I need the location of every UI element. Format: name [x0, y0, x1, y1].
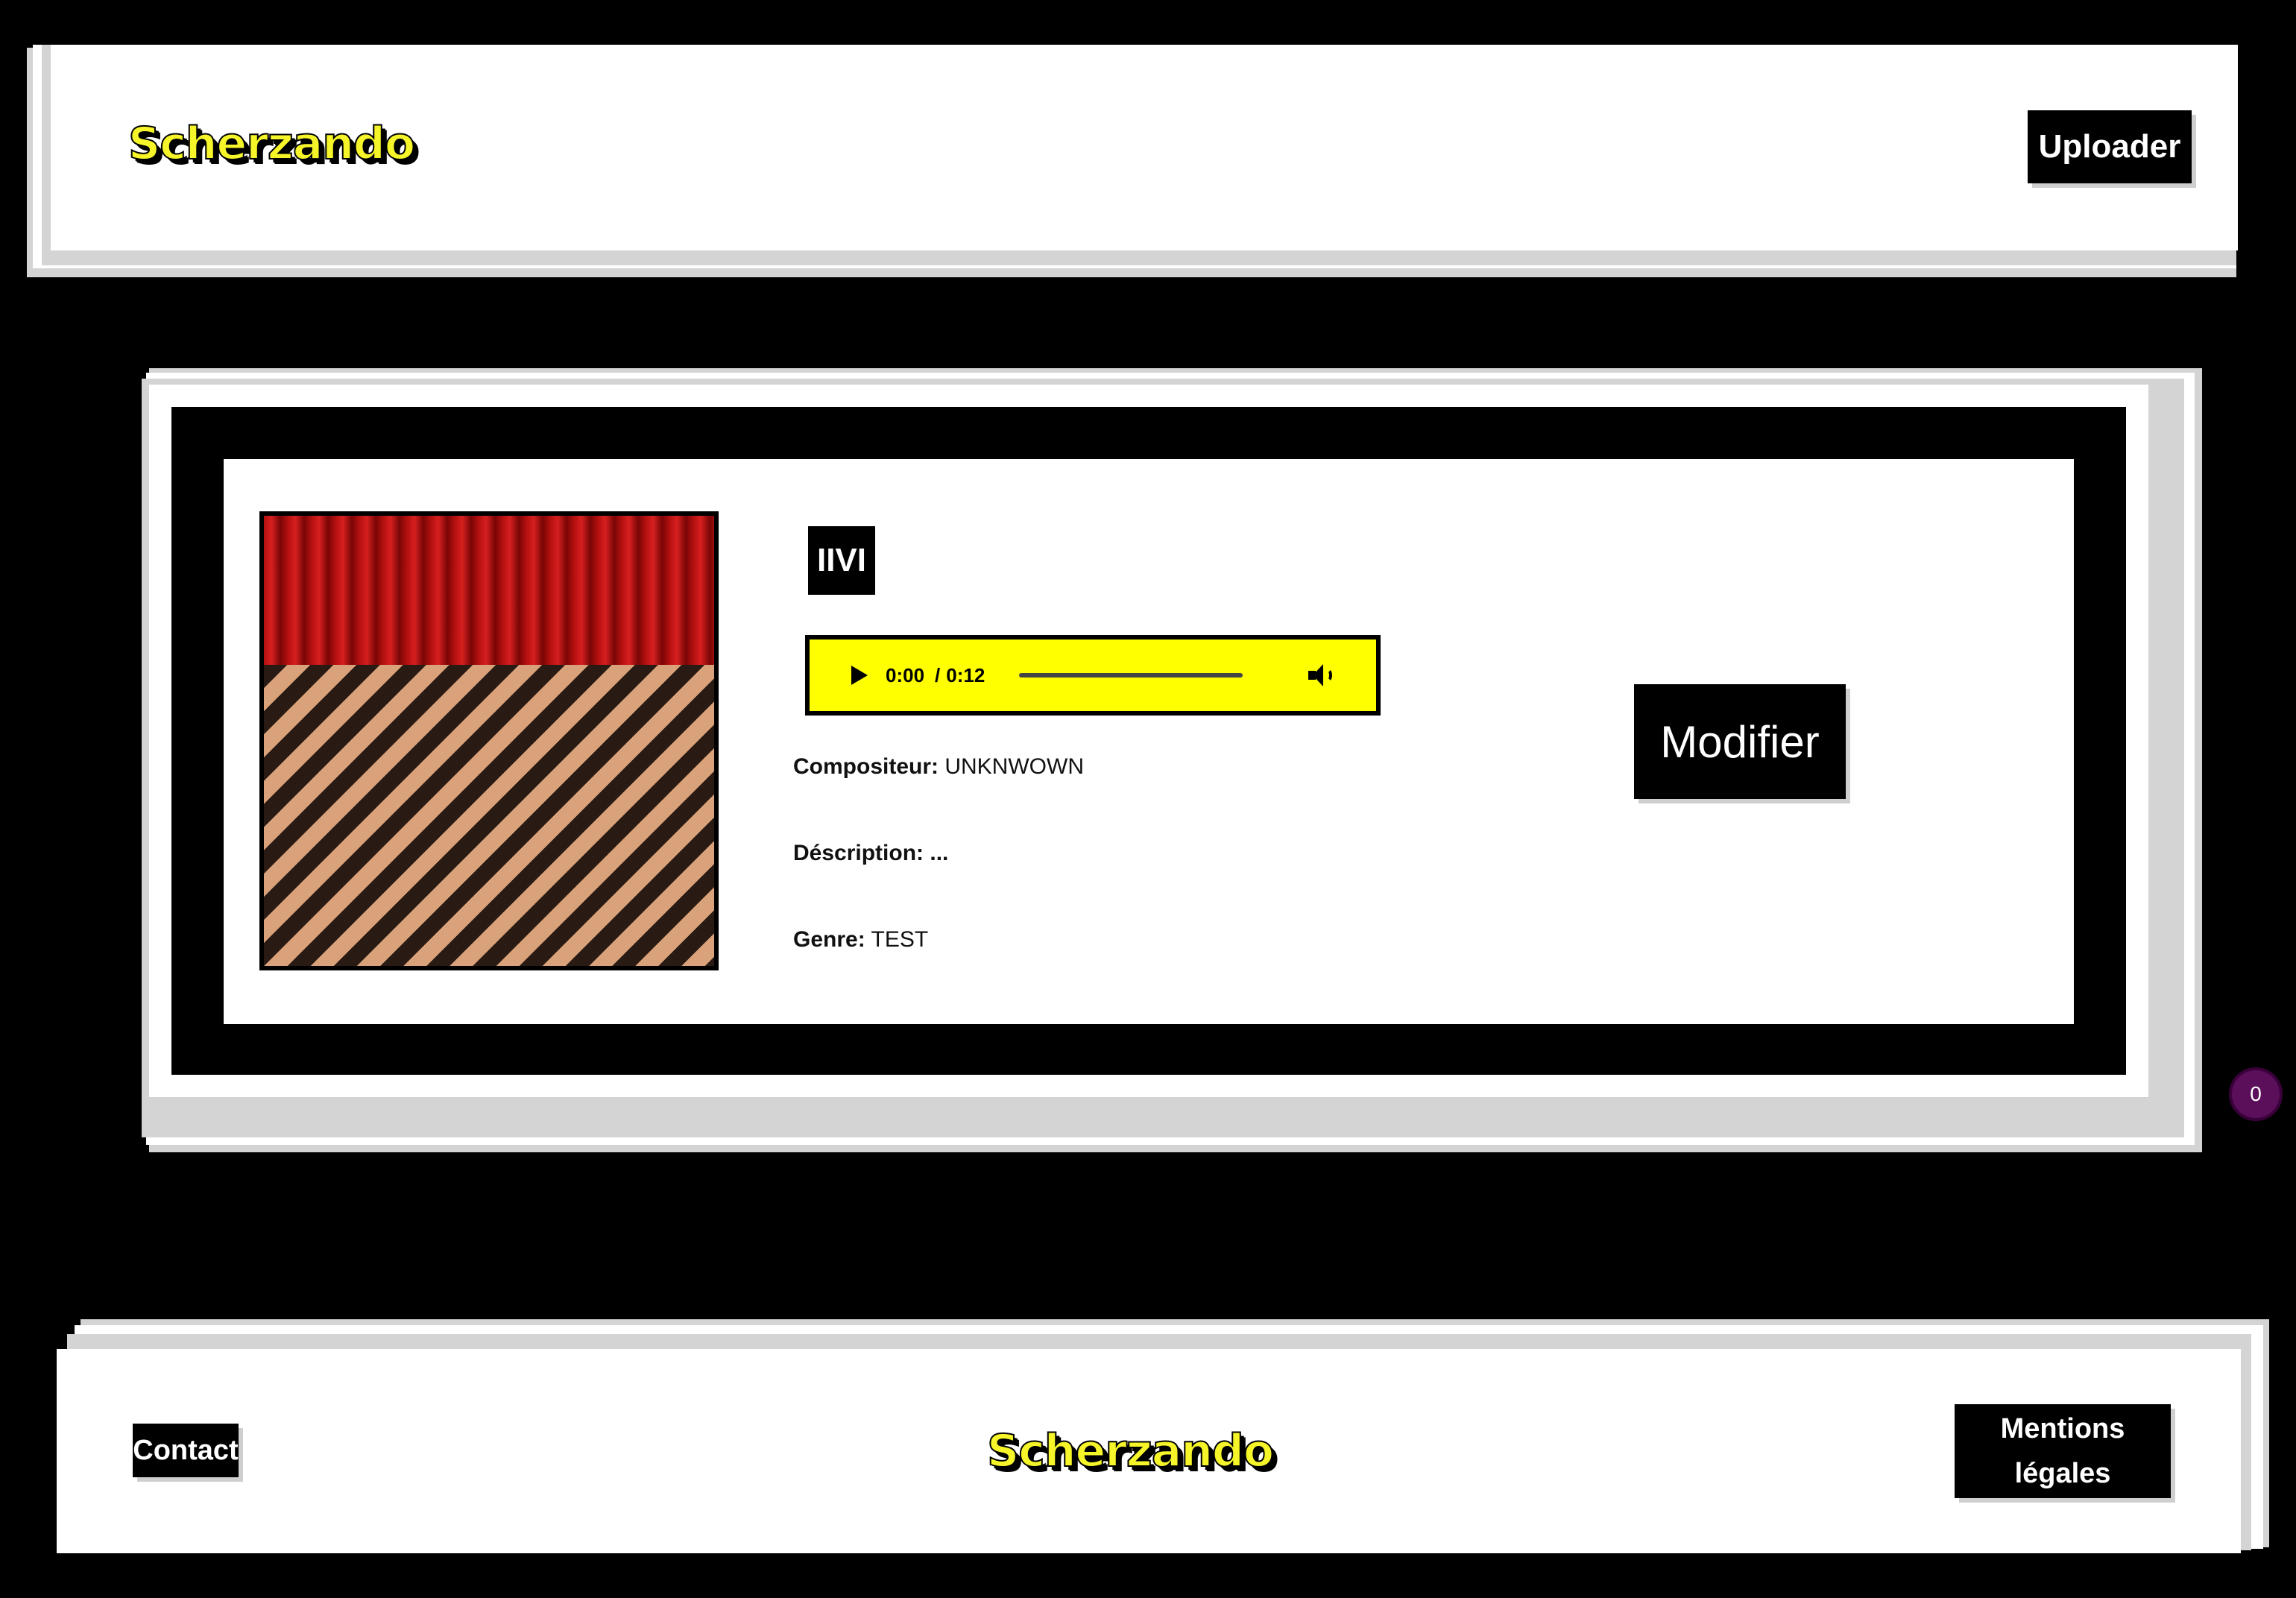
genre-row: Genre: TEST [793, 927, 928, 953]
description-label: Déscription: [793, 841, 924, 865]
track-title: IIVI [808, 526, 875, 595]
header-logo[interactable]: Scherzando [127, 117, 416, 171]
composer-label: Compositeur: [793, 754, 939, 779]
seek-bar[interactable] [1019, 673, 1243, 678]
composer-value: UNKNWOWN [944, 754, 1084, 779]
genre-value: TEST [871, 927, 929, 952]
contact-button[interactable]: Contact [133, 1424, 239, 1477]
upload-button[interactable]: Uploader [2028, 110, 2192, 183]
curtain-image [264, 516, 714, 687]
notification-badge[interactable]: 0 [2229, 1067, 2283, 1121]
legal-label-line1: Mentions [2000, 1413, 2125, 1444]
description-value: ... [930, 841, 949, 865]
zigzag-floor-image [264, 665, 714, 966]
cover-image [259, 511, 719, 970]
genre-label: Genre: [793, 927, 865, 952]
description-row: Déscription: ... [793, 841, 948, 866]
footer-logo[interactable]: Scherzando [986, 1424, 1275, 1478]
composer-row: Compositeur: UNKNWOWN [793, 754, 1084, 780]
header-card: Scherzando Uploader [51, 45, 2238, 250]
duration: 0:12 [946, 663, 985, 686]
time-separator: / [935, 663, 941, 686]
play-icon[interactable] [851, 666, 868, 685]
edit-button[interactable]: Modifier [1634, 684, 1846, 799]
footer-card: Contact Scherzando Mentions légales [57, 1349, 2241, 1553]
track-card: IIVI 0:00 / 0:12 Compositeur: UNKNWOWN D… [224, 459, 2074, 1024]
legal-notice-button[interactable]: Mentions légales [1955, 1404, 2171, 1498]
volume-icon[interactable] [1308, 664, 1334, 686]
audio-player[interactable]: 0:00 / 0:12 [805, 635, 1381, 716]
current-time: 0:00 [886, 663, 925, 686]
legal-label-line2: légales [2014, 1458, 2111, 1489]
